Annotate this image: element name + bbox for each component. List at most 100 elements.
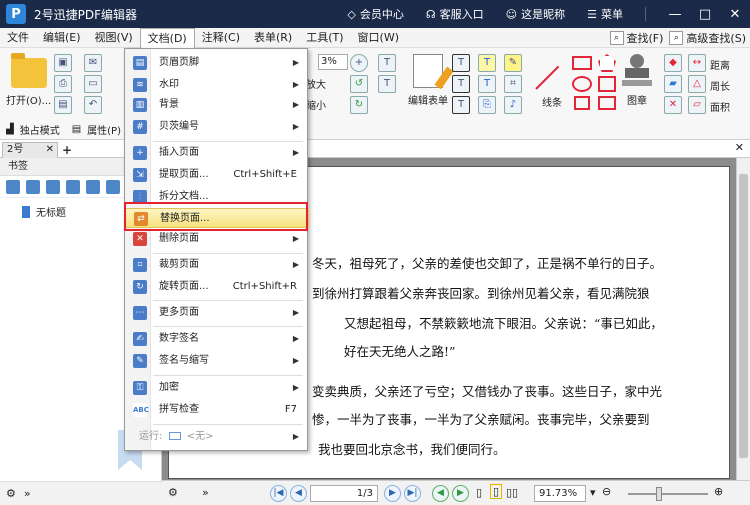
zoom-slider-track[interactable]	[628, 493, 708, 495]
ribbon-zoom-box[interactable]: 3%	[318, 54, 348, 70]
find-button[interactable]: ⌕ 查找(F)	[609, 30, 663, 46]
zoom-in-circle-icon[interactable]: +	[350, 54, 368, 72]
email-icon[interactable]: ✉	[84, 54, 102, 72]
maximize-button[interactable]: □	[690, 7, 720, 22]
main-menu-link[interactable]: ☰ 菜单	[587, 6, 623, 22]
menu-tools[interactable]: 工具(T)	[299, 28, 350, 48]
zoom-in-icon[interactable]: ⊕	[714, 485, 723, 498]
last-page-button[interactable]: ▶|	[404, 485, 421, 502]
perimeter-label[interactable]: 周长	[710, 78, 730, 93]
cross-icon[interactable]: ✕	[664, 96, 682, 114]
bookmark-add-icon[interactable]	[106, 179, 120, 194]
pencil-tool-icon[interactable]	[598, 96, 616, 110]
menu-view[interactable]: 视图(V)	[88, 28, 140, 48]
status-more-icon[interactable]: »	[202, 486, 209, 499]
back-button[interactable]: ◀	[432, 485, 449, 502]
zoom-dropdown-icon[interactable]: ▾	[590, 486, 596, 499]
bookmark-settings-icon[interactable]: ⚙	[6, 487, 16, 500]
attachment-icon[interactable]: ⌗	[504, 75, 522, 93]
add-tab-button[interactable]: +	[62, 143, 72, 157]
eraser-icon[interactable]: ◆	[664, 54, 682, 72]
cloud-tool-icon[interactable]	[574, 96, 590, 110]
properties-button[interactable]: 属性(P)	[87, 122, 121, 137]
polyline-tool-icon[interactable]	[598, 76, 616, 92]
highlight-icon[interactable]: ▰	[664, 75, 682, 93]
menu-watermark[interactable]: ≋ 水印 ▶	[125, 75, 309, 95]
text-box-tool-icon[interactable]: T	[452, 96, 470, 114]
advanced-find-button[interactable]: ⌕ 高级查找(S)	[669, 30, 746, 46]
callout-icon[interactable]: T	[478, 75, 496, 93]
menu-delete-pages[interactable]: ✕ 删除页面 ▶	[125, 229, 309, 249]
customer-service-link[interactable]: ☊ 客服入口	[426, 6, 484, 22]
menu-document[interactable]: 文档(D)	[139, 27, 195, 48]
menu-window[interactable]: 窗口(W)	[351, 28, 406, 48]
text-box-icon[interactable]: T	[378, 75, 396, 93]
stamp-button[interactable]: 图章	[622, 54, 652, 107]
text-field-icon[interactable]: T	[452, 54, 470, 72]
continuous-page-icon[interactable]: ▯	[490, 484, 503, 499]
sound-icon[interactable]: ♪	[504, 96, 522, 114]
menu-file[interactable]: 文件	[0, 28, 36, 48]
next-page-button[interactable]: ▶	[384, 485, 401, 502]
facing-page-icon[interactable]: ▯▯	[506, 486, 518, 499]
status-settings-icon[interactable]: ⚙	[168, 486, 178, 499]
polygon-tool-icon[interactable]	[598, 54, 616, 72]
menu-background[interactable]: ▥ 背景 ▶	[125, 95, 309, 115]
zoom-input[interactable]: 91.73%	[534, 485, 586, 502]
ellipse-tool-icon[interactable]	[572, 76, 592, 92]
menu-sign-initials[interactable]: ✎ 签名与缩写 ▶	[125, 351, 309, 371]
menu-digital-signature[interactable]: ✍ 数字签名 ▶	[125, 329, 309, 349]
document-tab[interactable]: 2号 ✕	[2, 142, 58, 158]
page-number-input[interactable]: 1/3	[310, 485, 378, 502]
open-button[interactable]: 打开(O)...	[6, 53, 51, 107]
area-label[interactable]: 面积	[710, 99, 730, 114]
rotate-cw-icon[interactable]: ↻	[350, 96, 368, 114]
area-icon[interactable]: ▱	[688, 96, 706, 114]
bookmark-delete-icon[interactable]	[66, 179, 80, 194]
zoom-out-label[interactable]: 缩小	[306, 97, 326, 112]
page-setup-icon[interactable]: ▤	[54, 96, 72, 114]
edit-form-button[interactable]: 编辑表单	[408, 54, 454, 107]
line-tool-icon[interactable]	[535, 65, 560, 90]
scan-icon[interactable]: ▭	[84, 75, 102, 93]
rotate-ccw-icon[interactable]: ↺	[350, 75, 368, 93]
bookmark-options-icon[interactable]	[6, 179, 20, 194]
bookmark-add-child-icon[interactable]	[46, 179, 60, 194]
text-edit-icon[interactable]: T	[378, 54, 396, 72]
vip-center-link[interactable]: ◇ 会员中心	[347, 6, 403, 22]
rectangle-tool-icon[interactable]	[572, 56, 592, 70]
text-frame-icon[interactable]: T	[452, 75, 470, 93]
menu-crop-pages[interactable]: ⌗ 裁剪页面 ▶	[125, 255, 309, 275]
menu-run[interactable]: 运行: <无> ▶	[125, 427, 309, 447]
forward-button[interactable]: ▶	[452, 485, 469, 502]
typewriter-icon[interactable]: T	[478, 54, 496, 72]
bookmark-more-icon[interactable]: »	[24, 487, 31, 500]
minimize-button[interactable]: —	[660, 7, 690, 22]
zoom-slider-thumb[interactable]	[656, 487, 662, 501]
menu-rotate-pages[interactable]: ↻ 旋转页面... Ctrl+Shift+R	[125, 277, 309, 297]
vertical-scrollbar[interactable]	[736, 158, 750, 480]
menu-more-pages[interactable]: ⋯ 更多页面 ▶	[125, 303, 309, 323]
single-page-icon[interactable]: ▯	[476, 486, 482, 499]
menu-comment[interactable]: 注释(C)	[195, 28, 247, 48]
menu-bates-numbering[interactable]: # 贝茨编号 ▶	[125, 117, 309, 137]
undo-icon[interactable]: ↶	[84, 96, 102, 114]
user-nickname-link[interactable]: ☺ 这是昵称	[506, 6, 565, 22]
zoom-in-label[interactable]: 放大	[306, 76, 326, 91]
menu-spell-check[interactable]: ABC 拼写检查 F7	[125, 400, 309, 420]
distance-icon[interactable]: ↔	[688, 54, 706, 72]
menu-insert-pages[interactable]: + 插入页面 ▶	[125, 143, 309, 163]
scrollbar-thumb[interactable]	[739, 174, 748, 458]
tab-close-icon[interactable]: ✕	[46, 143, 54, 157]
menu-extract-pages[interactable]: ⇲ 提取页面... Ctrl+Shift+E	[125, 165, 309, 185]
attach-icon[interactable]: ⎘	[478, 96, 496, 114]
note-icon[interactable]: ✎	[504, 54, 522, 72]
menu-edit[interactable]: 编辑(E)	[36, 28, 88, 48]
zoom-out-icon[interactable]: ⊖	[602, 485, 611, 498]
print-icon[interactable]: ⎙	[54, 75, 72, 93]
close-document-icon[interactable]: ✕	[735, 141, 744, 154]
prev-page-button[interactable]: ◀	[290, 485, 307, 502]
bookmark-new-icon[interactable]	[26, 179, 40, 194]
exclusive-mode-button[interactable]: 独占模式	[20, 122, 60, 137]
menu-encrypt[interactable]: ⚿ 加密 ▶	[125, 378, 309, 398]
